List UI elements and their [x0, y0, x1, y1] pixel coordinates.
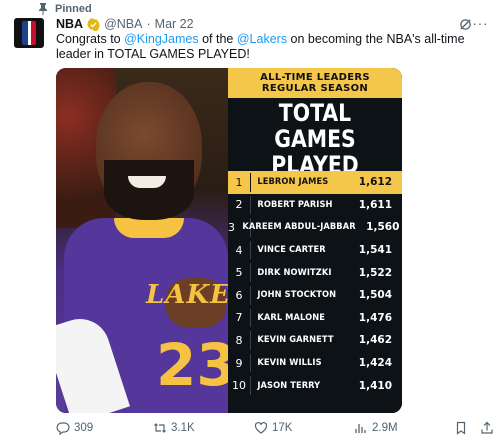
leader-player: ROBERT PARISH — [257, 199, 333, 210]
leader-player: KEVIN WILLIS — [257, 358, 322, 369]
tweet-date[interactable]: Mar 22 — [155, 17, 194, 31]
nba-logo — [22, 21, 36, 45]
leader-rank: 7 — [235, 311, 243, 325]
leader-rank: 1 — [235, 175, 243, 189]
leader-player: KAREEM ABDUL-JABBAR — [242, 222, 356, 233]
avatar[interactable] — [14, 18, 44, 48]
leader-games: 1,504 — [358, 289, 392, 302]
author-name[interactable]: NBA — [56, 17, 83, 31]
bookmark-icon — [456, 421, 466, 435]
leader-row: 3 KAREEM ABDUL-JABBAR 1,560 — [228, 216, 402, 239]
repost-button[interactable]: 3.1K — [153, 421, 195, 435]
leader-games: 1,612 — [358, 176, 392, 189]
bookmark-button[interactable] — [454, 421, 468, 435]
leader-rank: 8 — [235, 333, 243, 347]
leader-player: KEVIN GARNETT — [257, 335, 334, 346]
like-icon — [254, 421, 268, 434]
reply-count: 309 — [74, 422, 94, 434]
leader-games: 1,522 — [358, 266, 392, 279]
pin-icon — [39, 3, 47, 15]
tweet-actions: 309 3.1K 17K 2.9M — [56, 420, 494, 436]
like-count: 17K — [272, 422, 293, 434]
tweet-text: Congrats to @KingJames of the @Lakers on… — [56, 32, 486, 62]
leader-rank: 9 — [235, 356, 243, 370]
leader-player: JASON TERRY — [257, 380, 321, 391]
reply-button[interactable]: 309 — [56, 421, 93, 435]
leader-row: 10 JASON TERRY 1,410 — [228, 374, 402, 397]
leader-games: 1,560 — [366, 221, 400, 234]
leader-row: 6 JOHN STOCKTON 1,504 — [228, 284, 402, 307]
leader-games: 1,611 — [358, 198, 392, 211]
banner-line-1: ALL-TIME LEADERS — [260, 72, 370, 83]
views-count: 2.9M — [372, 422, 398, 434]
leader-rank: 2 — [235, 198, 243, 212]
leader-player: LEBRON JAMES — [257, 177, 329, 188]
title-line-1: TOTAL — [278, 99, 352, 127]
leaders-list: 1 LEBRON JAMES 1,612 2 ROBERT PARISH 1,6… — [228, 171, 402, 397]
leader-games: 1,476 — [358, 311, 392, 324]
share-icon — [481, 421, 493, 434]
author-handle[interactable]: @NBA — [104, 17, 142, 31]
tweet-media-image[interactable]: LAKERS 23 ALL-TIME LEADERS REGULAR SEASO… — [56, 68, 402, 413]
verified-icon — [87, 17, 101, 31]
like-button[interactable]: 17K — [254, 421, 292, 435]
leader-player: JOHN STOCKTON — [257, 290, 337, 301]
leader-player: KARL MALONE — [257, 312, 325, 323]
tweet-header: NBA @NBA · Mar 22 — [56, 16, 460, 32]
grok-icon[interactable] — [459, 18, 472, 31]
jersey-number: 23 — [156, 331, 228, 399]
leader-row: 9 KEVIN WILLIS 1,424 — [228, 352, 402, 375]
banner-line-2: REGULAR SEASON — [261, 83, 369, 94]
player-photo: LAKERS 23 — [56, 68, 228, 413]
leader-row: 4 VINCE CARTER 1,541 — [228, 239, 402, 262]
leader-row: 5 DIRK NOWITZKI 1,522 — [228, 261, 402, 284]
leader-games: 1,462 — [358, 334, 392, 347]
leader-row: 7 KARL MALONE 1,476 — [228, 307, 402, 330]
leader-games: 1,541 — [358, 244, 392, 257]
pinned-label: Pinned — [55, 3, 92, 15]
leader-games: 1,410 — [358, 379, 392, 392]
leader-rank: 4 — [235, 243, 243, 257]
leader-rank: 5 — [235, 266, 243, 280]
leaders-banner: ALL-TIME LEADERS REGULAR SEASON — [228, 68, 402, 98]
views-icon — [355, 424, 366, 433]
leader-row: 1 LEBRON JAMES 1,612 — [228, 171, 402, 194]
leaders-board: ALL-TIME LEADERS REGULAR SEASON TOTAL GA… — [228, 68, 402, 413]
tweet-text-part: of the — [198, 32, 237, 46]
board-title: TOTAL GAMES PLAYED — [241, 100, 389, 178]
share-button[interactable] — [480, 421, 494, 435]
reply-icon — [56, 422, 70, 435]
leader-rank: 3 — [228, 220, 235, 234]
leader-games: 1,424 — [358, 357, 392, 370]
leader-player: VINCE CARTER — [257, 245, 326, 256]
repost-count: 3.1K — [171, 422, 195, 434]
retweet-icon — [154, 423, 166, 433]
views-button[interactable]: 2.9M — [354, 421, 398, 435]
tweet-text-part: Congrats to — [56, 32, 125, 46]
leader-row: 2 ROBERT PARISH 1,611 — [228, 194, 402, 217]
leader-player: DIRK NOWITZKI — [257, 267, 332, 278]
leader-row: 8 KEVIN GARNETT 1,462 — [228, 329, 402, 352]
jersey-lakers-text: LAKERS — [146, 280, 228, 310]
mention-lakers[interactable]: @Lakers — [237, 32, 287, 46]
mention-kingjames[interactable]: @KingJames — [124, 32, 199, 46]
pinned-indicator: Pinned — [38, 2, 92, 16]
leader-rank: 10 — [232, 379, 246, 393]
more-icon[interactable]: ··· — [473, 16, 489, 30]
leader-rank: 6 — [235, 288, 243, 302]
separator-dot: · — [146, 17, 151, 31]
